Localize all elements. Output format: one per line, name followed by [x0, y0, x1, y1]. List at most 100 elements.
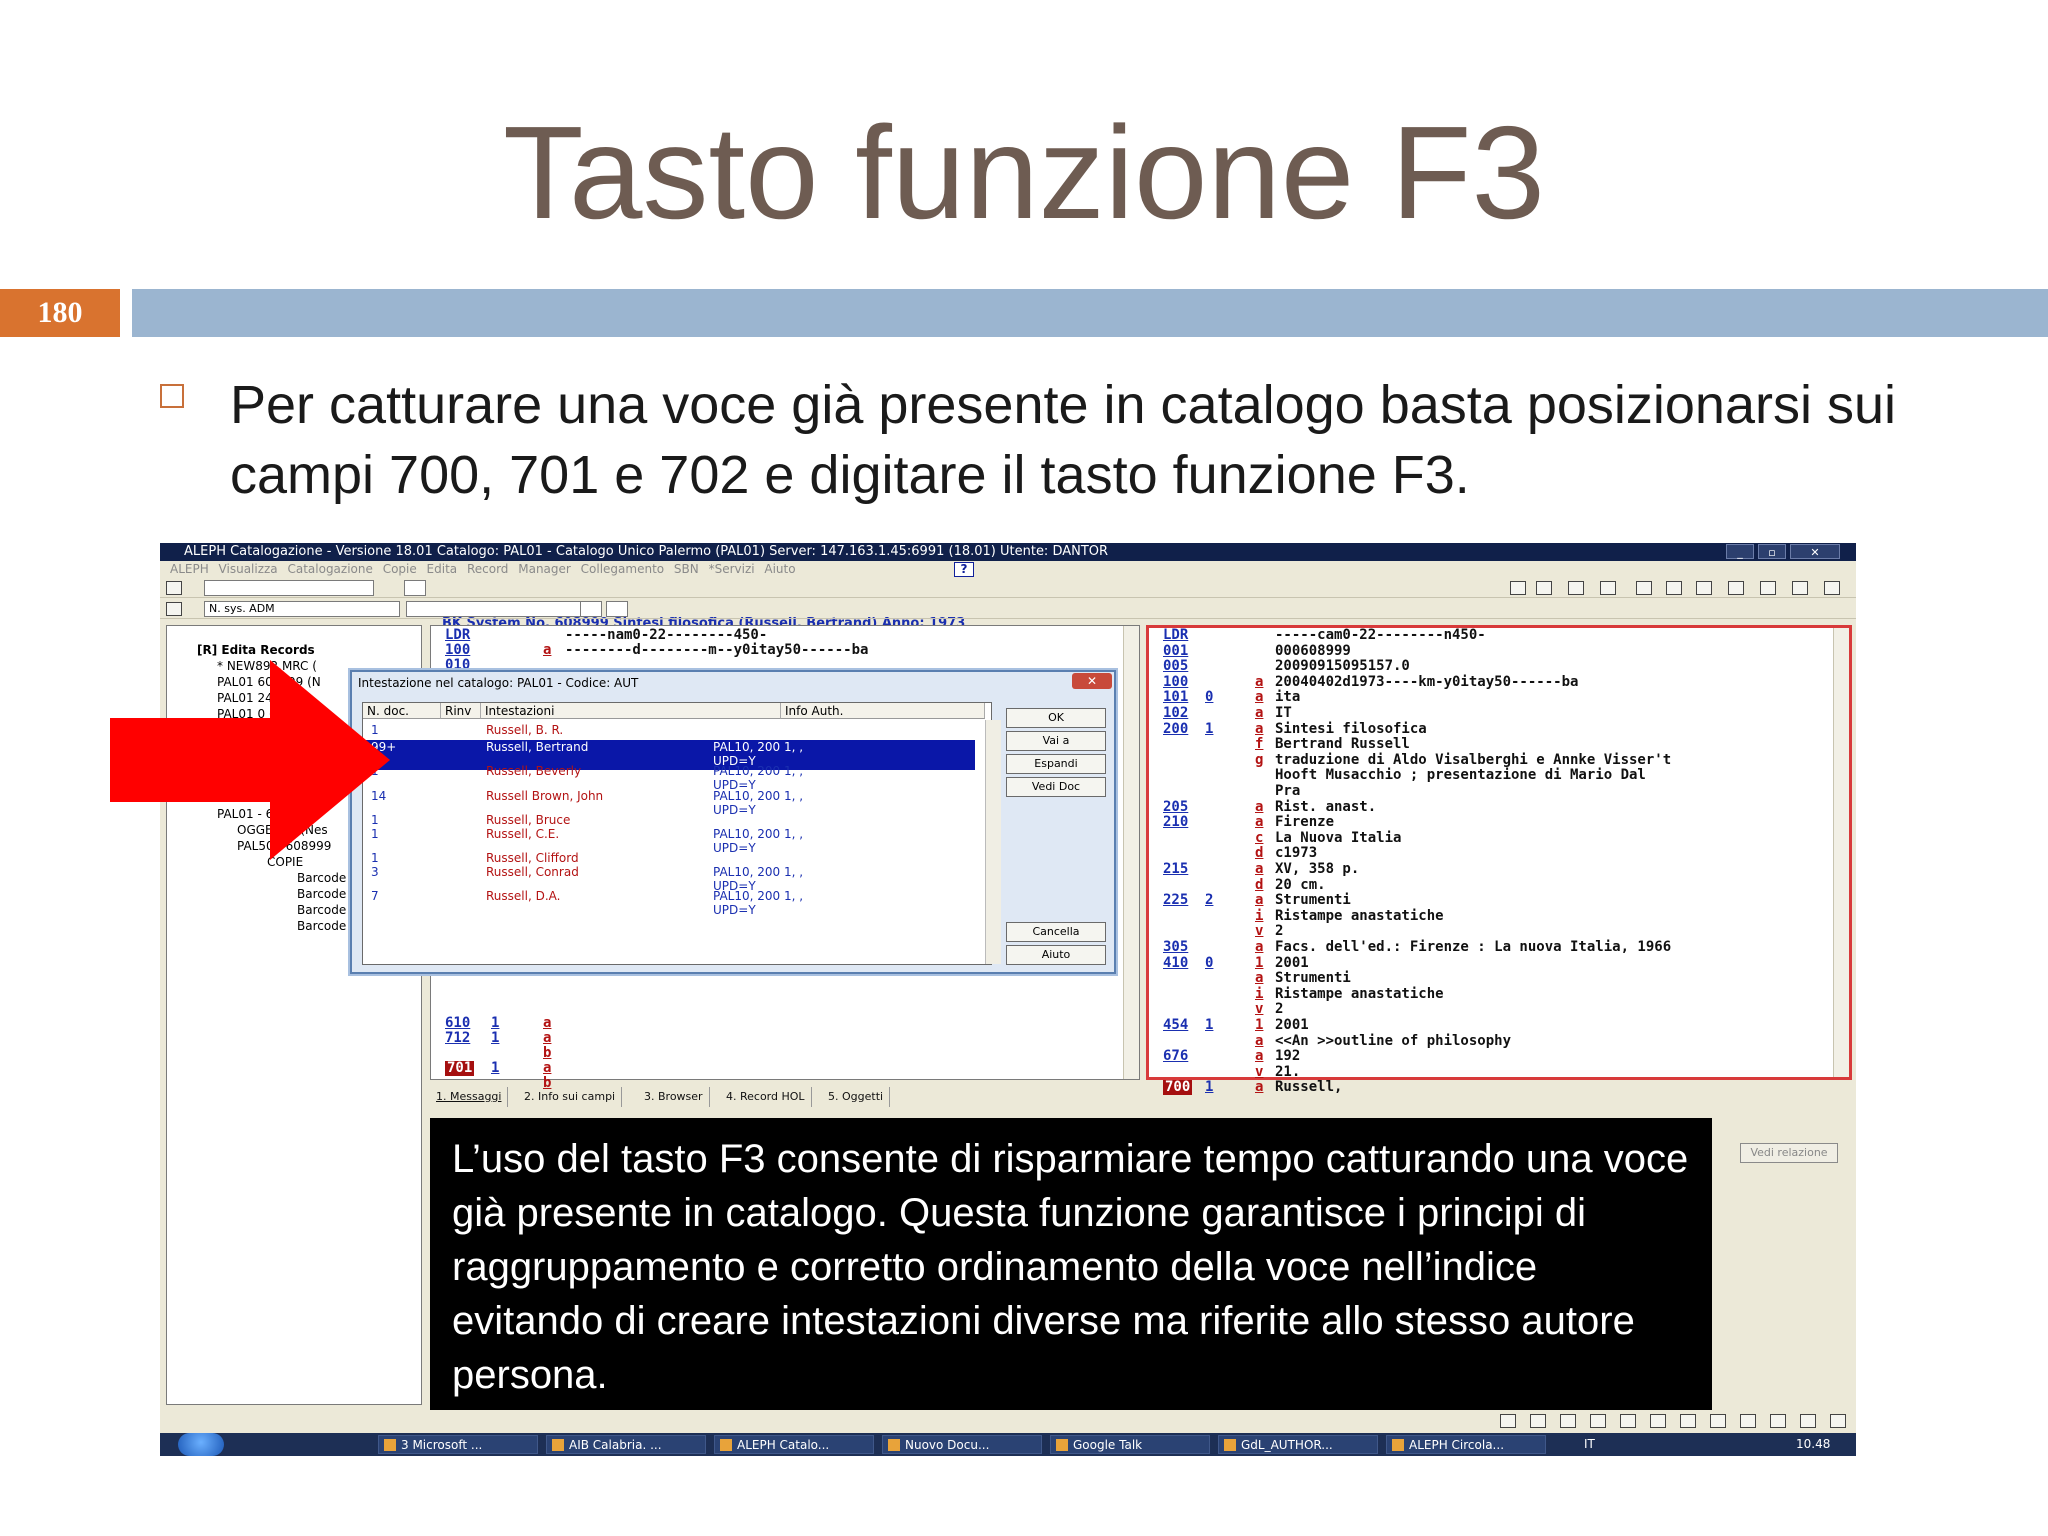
status-icon[interactable]: [1620, 1414, 1636, 1428]
dialog-close-button[interactable]: ✕: [1072, 673, 1112, 689]
marc-subfield-code: d: [1255, 876, 1264, 893]
tab-oggetti[interactable]: 5. Oggetti: [822, 1087, 891, 1107]
go-arrow-icon[interactable]: [404, 580, 426, 596]
heading-name: Russell, Conrad: [486, 865, 579, 879]
marc-value: --------d--------m--y0itay50------ba: [565, 642, 869, 658]
tree-node[interactable]: Barcode: [297, 870, 346, 886]
go-arrow-icon[interactable]: [606, 601, 628, 617]
taskbar-item[interactable]: 3 Microsoft ...: [378, 1435, 538, 1454]
marc-value: Rist. anast.: [1275, 798, 1377, 815]
tab-browser[interactable]: 3. Browser: [638, 1087, 710, 1107]
heading-row[interactable]: 1 Russell, Bruce: [363, 813, 975, 827]
window-titlebar: ALEPH Catalogazione - Versione 18.01 Cat…: [160, 543, 1856, 561]
toolbar-tool-icon[interactable]: [1696, 581, 1712, 595]
status-icon[interactable]: [1650, 1414, 1666, 1428]
marc-tag: 101: [1163, 689, 1189, 706]
status-icon[interactable]: [1530, 1414, 1546, 1428]
status-icon[interactable]: [1830, 1414, 1846, 1428]
status-icon[interactable]: [1800, 1414, 1816, 1428]
cancella-button[interactable]: Cancella: [1006, 922, 1106, 942]
taskbar-item[interactable]: ALEPH Circola...: [1386, 1435, 1546, 1454]
marc-value: XV, 358 p.: [1275, 861, 1360, 877]
sys-number-input[interactable]: [406, 601, 586, 617]
status-icon[interactable]: [1770, 1414, 1786, 1428]
taskbar-item[interactable]: AIB Calabria. ...: [546, 1435, 706, 1454]
status-icon[interactable]: [1560, 1414, 1576, 1428]
marc-value: 21.: [1275, 1063, 1301, 1080]
marc-value: Ristampe anastatiche: [1275, 985, 1444, 1002]
tab-record-hol[interactable]: 4. Record HOL: [720, 1087, 812, 1107]
toolbar-tool-icon[interactable]: [1536, 581, 1552, 595]
tree-node[interactable]: Barcode: [297, 886, 346, 902]
toolbar-tool-icon[interactable]: [1636, 581, 1652, 595]
taskbar-item[interactable]: GdL_AUTHOR...: [1218, 1435, 1378, 1454]
record-view-pane[interactable]: LDR -----cam0-22--------n450- 001 000608999…: [1146, 625, 1852, 1096]
taskbar-clock[interactable]: 10.48: [1796, 1433, 1830, 1456]
marc-value: 2: [1275, 1001, 1284, 1018]
language-indicator[interactable]: IT: [1584, 1433, 1595, 1456]
minimize-button[interactable]: _: [1726, 544, 1754, 559]
start-button[interactable]: [178, 1433, 224, 1456]
window-icon[interactable]: [166, 602, 182, 616]
marc-value: ita: [1275, 689, 1301, 706]
tree-node[interactable]: [R] Edita Records: [197, 642, 315, 658]
marc-value: -----cam0-22--------n450-: [1275, 627, 1486, 643]
marc-subfield-code: a: [1255, 1048, 1264, 1065]
taskbar-item[interactable]: Nuovo Docu...: [882, 1435, 1042, 1454]
close-window-button[interactable]: ✕: [1790, 544, 1840, 559]
status-icon[interactable]: [1680, 1414, 1696, 1428]
vertical-scrollbar[interactable]: [1833, 628, 1849, 1077]
heading-row[interactable]: 1 Russell, B. R.: [363, 723, 975, 737]
column-header[interactable]: Rinv: [441, 703, 481, 719]
menu-bar[interactable]: ALEPH Visualizza Catalogazione Copie Edi…: [160, 561, 1856, 578]
heading-name: Russell, Clifford: [486, 851, 579, 865]
marc-subfield-code: b: [543, 1045, 552, 1061]
marc-subfield-code: f: [1255, 736, 1264, 753]
toolbar-tool-icon[interactable]: [1568, 581, 1584, 595]
sys-number-select[interactable]: N. sys. ADM: [204, 601, 400, 617]
taskbar-item[interactable]: Google Talk: [1050, 1435, 1210, 1454]
help-button[interactable]: ?: [954, 562, 974, 577]
vai-a-button[interactable]: Vai a: [1006, 731, 1106, 751]
tree-node[interactable]: Barcode: [297, 918, 346, 934]
command-input[interactable]: [204, 580, 374, 596]
list-scrollbar[interactable]: [985, 720, 1001, 964]
vedi-relazione-button[interactable]: Vedi relazione: [1740, 1143, 1838, 1163]
toolbar-tool-icon[interactable]: [1792, 581, 1808, 595]
column-header[interactable]: Info Auth.: [781, 703, 985, 719]
marc-tag: 205: [1163, 798, 1189, 815]
tab-info-campi[interactable]: 2. Info sui campi: [518, 1087, 623, 1107]
heading-row[interactable]: 1 Russell, Clifford: [363, 851, 975, 865]
toolbar-tool-icon[interactable]: [1760, 581, 1776, 595]
heading-name: Russell, Bruce: [486, 813, 571, 827]
taskbar-item[interactable]: ALEPH Catalo...: [714, 1435, 874, 1454]
marc-subfield-code: i: [1255, 985, 1264, 1002]
toolbar-tool-icon[interactable]: [1666, 581, 1682, 595]
headings-list[interactable]: N. doc. Rinv Intestazioni Info Auth. 1 Ru…: [362, 702, 1001, 965]
marc-indicator: 1: [491, 1060, 500, 1076]
espandi-button[interactable]: Espandi: [1006, 754, 1106, 774]
tab-messaggi[interactable]: 1. Messaggi: [430, 1087, 509, 1107]
printer-icon[interactable]: [166, 581, 182, 595]
browse-icon[interactable]: [580, 601, 602, 617]
heading-row[interactable]: 7 Russell, D.A. PAL10, 200 1, , UPD=Y: [363, 889, 975, 919]
toolbar-tool-icon[interactable]: [1510, 581, 1526, 595]
status-icon[interactable]: [1590, 1414, 1606, 1428]
tree-node[interactable]: Barcode: [297, 902, 346, 918]
marc-subfield-code: a: [1255, 720, 1264, 737]
toolbar-tool-icon[interactable]: [1600, 581, 1616, 595]
status-icon[interactable]: [1740, 1414, 1756, 1428]
aiuto-button[interactable]: Aiuto: [1006, 945, 1106, 965]
status-icon[interactable]: [1710, 1414, 1726, 1428]
ok-button[interactable]: OK: [1006, 708, 1106, 728]
maximize-button[interactable]: ▫: [1758, 544, 1786, 559]
vertical-scrollbar[interactable]: [1123, 626, 1139, 1079]
slide-title: Tasto funzione F3: [503, 99, 1545, 246]
toolbar-tool-icon[interactable]: [1728, 581, 1744, 595]
marc-tag: 100: [445, 642, 471, 658]
marc-subfield-code: a: [1255, 689, 1264, 706]
vedi-doc-button[interactable]: Vedi Doc: [1006, 777, 1106, 797]
status-icon[interactable]: [1500, 1414, 1516, 1428]
column-header[interactable]: Intestazioni: [481, 703, 781, 719]
toolbar-tool-icon[interactable]: [1824, 581, 1840, 595]
